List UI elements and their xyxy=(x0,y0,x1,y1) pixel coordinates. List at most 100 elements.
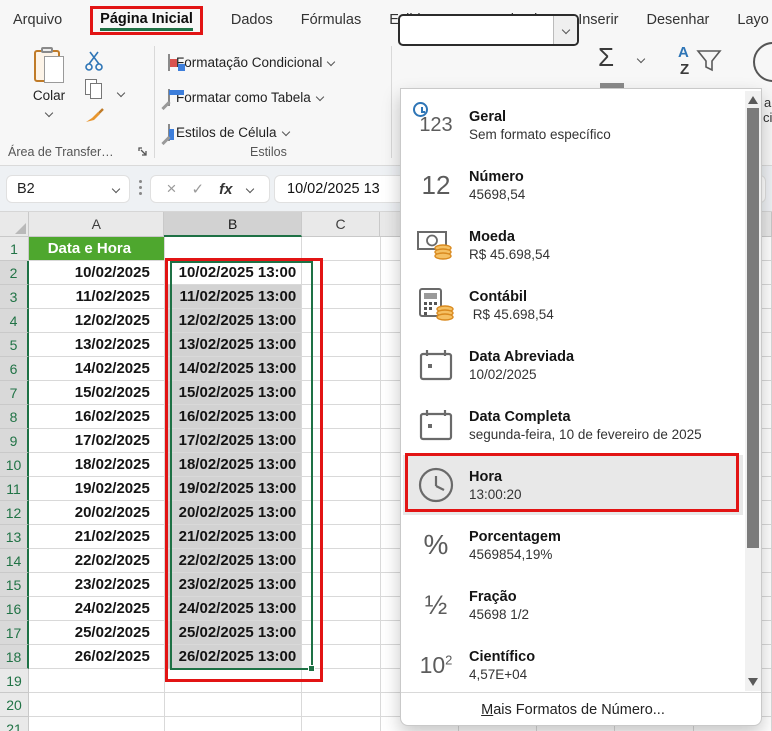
cell-empty[interactable] xyxy=(302,405,380,429)
cell-empty[interactable] xyxy=(302,717,380,731)
format-item-data-completa[interactable]: Data Completasegunda-feira, 10 de fevere… xyxy=(403,395,743,455)
row-header-1[interactable]: 1 xyxy=(0,237,29,261)
cell-empty[interactable] xyxy=(302,453,380,477)
cell-A8[interactable]: 16/02/2025 xyxy=(29,405,165,429)
row-header-2[interactable]: 2 xyxy=(0,261,29,285)
cell-A14[interactable]: 22/02/2025 xyxy=(29,549,165,573)
formatar-como-tabela-button[interactable]: Formatar como Tabela xyxy=(168,85,323,109)
row-header-5[interactable]: 5 xyxy=(0,333,29,357)
row-header-18[interactable]: 18 xyxy=(0,645,29,669)
tab-fo-rmulas[interactable]: Fórmulas xyxy=(301,12,361,28)
estilos-de-ce-lula-button[interactable]: Estilos de Célula xyxy=(168,120,289,144)
format-painter-button[interactable] xyxy=(84,106,106,130)
cell-empty[interactable] xyxy=(302,573,380,597)
row-header-15[interactable]: 15 xyxy=(0,573,29,597)
cell-A3[interactable]: 11/02/2025 xyxy=(29,285,165,309)
cell-B5[interactable]: 13/02/2025 13:00 xyxy=(165,333,302,357)
cell-empty[interactable] xyxy=(302,621,380,645)
format-item-cienti-fico[interactable]: 102Científico4,57E+04 xyxy=(403,635,743,695)
column-header-a[interactable]: A xyxy=(29,212,164,237)
cell-B12[interactable]: 20/02/2025 13:00 xyxy=(165,501,302,525)
formatac-a-o-condicional-button[interactable]: Formatação Condicional xyxy=(168,50,334,74)
cell-A4[interactable]: 12/02/2025 xyxy=(29,309,165,333)
row-header-10[interactable]: 10 xyxy=(0,453,29,477)
cell-B17[interactable]: 25/02/2025 13:00 xyxy=(165,621,302,645)
row-header-7[interactable]: 7 xyxy=(0,381,29,405)
cancel-icon[interactable]: × xyxy=(167,179,177,199)
find-select-icon-partial[interactable] xyxy=(753,42,772,82)
cell-empty[interactable] xyxy=(302,381,380,405)
row-header-20[interactable]: 20 xyxy=(0,693,29,717)
cell-B2[interactable]: 10/02/2025 13:00 xyxy=(165,261,302,285)
row-header-16[interactable]: 16 xyxy=(0,597,29,621)
cell-A9[interactable]: 17/02/2025 xyxy=(29,429,165,453)
autosum-button[interactable]: Σ xyxy=(598,42,614,73)
cell-B7[interactable]: 15/02/2025 13:00 xyxy=(165,381,302,405)
column-header-b[interactable]: B xyxy=(164,212,301,237)
cell-A13[interactable]: 21/02/2025 xyxy=(29,525,165,549)
cell-A5[interactable]: 13/02/2025 xyxy=(29,333,165,357)
row-header-19[interactable]: 19 xyxy=(0,669,29,693)
row-header-12[interactable]: 12 xyxy=(0,501,29,525)
name-box[interactable]: B2 xyxy=(6,175,130,203)
autosum-chevron-icon[interactable] xyxy=(637,55,645,63)
tab-inserir[interactable]: Inserir xyxy=(578,12,618,28)
format-item-hora[interactable]: Hora13:00:20 xyxy=(403,455,743,515)
cell-A7[interactable]: 15/02/2025 xyxy=(29,381,165,405)
tab-arquivo[interactable]: Arquivo xyxy=(13,12,62,28)
cell-A15[interactable]: 23/02/2025 xyxy=(29,573,165,597)
row-header-4[interactable]: 4 xyxy=(0,309,29,333)
cell-B4[interactable]: 12/02/2025 13:00 xyxy=(165,309,302,333)
cell-empty[interactable] xyxy=(302,645,380,669)
cell-A20[interactable] xyxy=(29,693,165,717)
cell-B11[interactable]: 19/02/2025 13:00 xyxy=(165,477,302,501)
format-item-porcentagem[interactable]: %Porcentagem4569854,19% xyxy=(403,515,743,575)
cell-B1[interactable] xyxy=(165,237,302,261)
enter-icon[interactable]: ✓ xyxy=(191,180,204,198)
format-item-data-abreviada[interactable]: Data Abreviada10/02/2025 xyxy=(403,335,743,395)
cell-A19[interactable] xyxy=(29,669,165,693)
row-header-3[interactable]: 3 xyxy=(0,285,29,309)
row-header-6[interactable]: 6 xyxy=(0,357,29,381)
scroll-down-icon[interactable] xyxy=(748,678,758,686)
cell-A12[interactable]: 20/02/2025 xyxy=(29,501,165,525)
cell-empty[interactable] xyxy=(302,693,380,717)
format-item-conta-bil[interactable]: Contábil R$ 45.698,54 xyxy=(403,275,743,335)
cell-empty[interactable] xyxy=(302,261,380,285)
cell-B14[interactable]: 22/02/2025 13:00 xyxy=(165,549,302,573)
cell-empty[interactable] xyxy=(302,525,380,549)
cell-A21[interactable] xyxy=(29,717,165,731)
copy-button[interactable] xyxy=(84,78,106,102)
cell-A10[interactable]: 18/02/2025 xyxy=(29,453,165,477)
cell-B9[interactable]: 17/02/2025 13:00 xyxy=(165,429,302,453)
cell-empty[interactable] xyxy=(302,309,380,333)
insert-function-icon[interactable]: fx xyxy=(219,181,232,198)
cell-empty[interactable] xyxy=(302,549,380,573)
number-format-dropdown-button[interactable] xyxy=(553,16,577,44)
cell-A18[interactable]: 26/02/2025 xyxy=(29,645,165,669)
row-header-21[interactable]: 21 xyxy=(0,717,29,731)
scrollbar-thumb[interactable] xyxy=(747,108,759,548)
cell-B15[interactable]: 23/02/2025 13:00 xyxy=(165,573,302,597)
cell-empty[interactable] xyxy=(302,597,380,621)
cell-empty[interactable] xyxy=(302,357,380,381)
format-item-nu-mero[interactable]: 12Número45698,54 xyxy=(403,155,743,215)
paste-button[interactable]: Colar xyxy=(18,46,80,154)
paste-dropdown-chevron-icon[interactable] xyxy=(45,109,53,117)
cell-B13[interactable]: 21/02/2025 13:00 xyxy=(165,525,302,549)
cell-A6[interactable]: 14/02/2025 xyxy=(29,357,165,381)
more-number-formats-item[interactable]: Mais Formatos de Número... xyxy=(401,693,745,726)
column-header-c[interactable]: C xyxy=(302,212,380,237)
cell-empty[interactable] xyxy=(302,669,380,693)
cell-B18[interactable]: 26/02/2025 13:00 xyxy=(165,645,302,669)
tab-layo[interactable]: Layo xyxy=(737,12,768,28)
copy-dropdown-chevron-icon[interactable] xyxy=(117,89,125,97)
cell-A2[interactable]: 10/02/2025 xyxy=(29,261,165,285)
row-header-17[interactable]: 17 xyxy=(0,621,29,645)
tab-dados[interactable]: Dados xyxy=(231,12,273,28)
cell-empty[interactable] xyxy=(302,501,380,525)
format-item-frac-a-o[interactable]: ½Fração45698 1/2 xyxy=(403,575,743,635)
cell-B6[interactable]: 14/02/2025 13:00 xyxy=(165,357,302,381)
tab-pa-gina-inicial[interactable]: Página Inicial xyxy=(90,6,203,35)
scroll-up-icon[interactable] xyxy=(748,96,758,104)
